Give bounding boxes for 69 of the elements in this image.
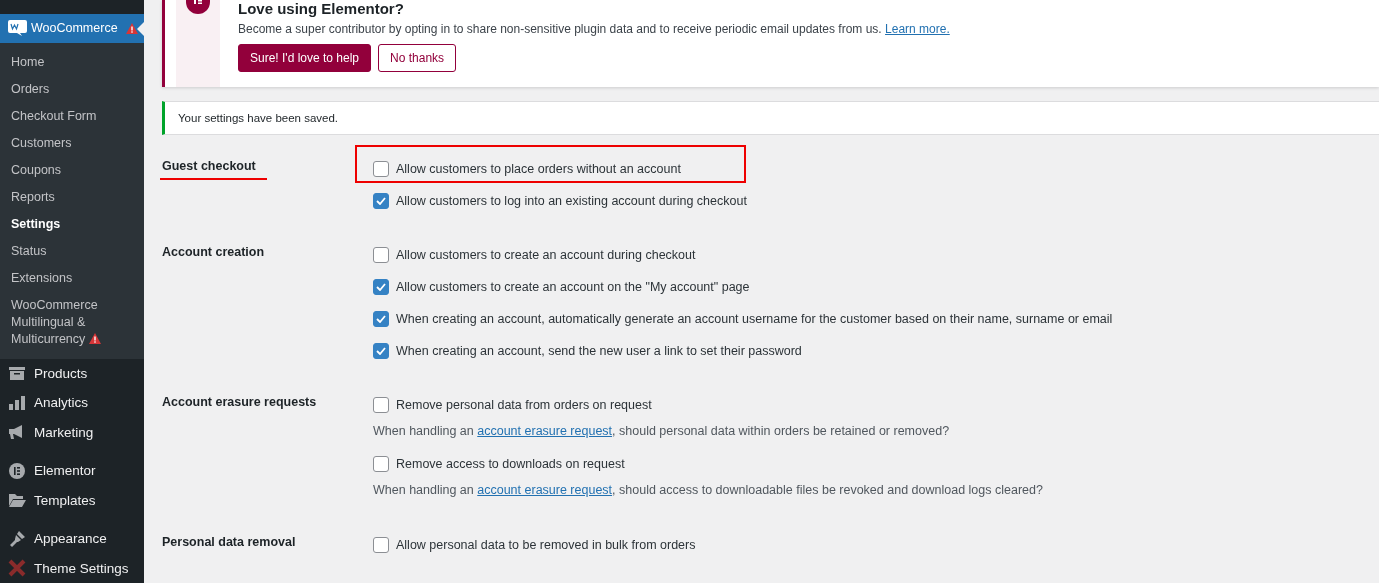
menu-item[interactable]: Theme Settings: [0, 553, 144, 583]
submenu-item[interactable]: Extensions: [0, 264, 144, 292]
menu-label: Theme Settings: [34, 560, 129, 576]
checkbox-label: Allow customers to create an account during checkout: [396, 248, 696, 262]
field-description: When handling an account erasure request, should personal data within orders be retained or removed?: [373, 423, 951, 440]
submenu-item[interactable]: Checkout Form: [0, 102, 144, 130]
menu-label: Analytics: [34, 395, 89, 411]
checkbox[interactable]: [373, 247, 389, 263]
menu-item[interactable]: Elementor: [0, 456, 144, 486]
menu-label: Templates: [34, 492, 96, 508]
checkbox-label: Allow personal data to be removed in bulk from orders: [396, 538, 696, 552]
menu-label: WooCommerce: [31, 21, 118, 36]
warning-icon: [89, 332, 102, 344]
promo-text: Become a super contributor by opting in to share non-sensitive plugin data and to receive periodic email updates from us. Learn more.: [238, 22, 950, 36]
checkbox-label: Allow customers to create an account on the "My account" page: [396, 280, 750, 294]
checkbox[interactable]: [373, 193, 389, 209]
checkmark-icon: [376, 197, 386, 205]
checkmark-icon: [376, 347, 386, 355]
elementor-icon: [186, 0, 210, 14]
menu-label: Elementor: [34, 463, 96, 479]
section-label: Guest checkout: [162, 158, 256, 175]
menu-item[interactable]: Marketing: [0, 417, 144, 448]
success-notice: Your settings have been saved.: [162, 101, 1379, 135]
field-description: When handling an account erasure request, should access to downloadable files be revoked and download logs cleared?: [373, 482, 1043, 499]
checkmark-icon: [376, 315, 386, 323]
menu-item[interactable]: Templates: [0, 485, 144, 516]
submenu-item[interactable]: Orders: [0, 75, 144, 103]
checkbox[interactable]: [373, 456, 389, 472]
submenu-item[interactable]: Customers: [0, 129, 144, 157]
elementor-icon: [8, 461, 26, 480]
brush-icon: [8, 529, 26, 548]
opt-in-button[interactable]: Sure! I'd love to help: [238, 44, 372, 72]
checkbox-label: When creating an account, send the new user a link to set their password: [396, 344, 802, 358]
checkbox[interactable]: [373, 537, 389, 553]
menu-label: Marketing: [34, 424, 94, 440]
menu-item[interactable]: Products: [0, 358, 144, 389]
checkbox[interactable]: [373, 279, 389, 295]
section-label: Account creation: [162, 244, 265, 261]
menu-label: Appearance: [34, 531, 107, 547]
checkbox-label: When creating an account, automatically generate an account username for the customer based on their name, surname or email: [396, 312, 1113, 326]
submenu-item[interactable]: Home: [0, 48, 144, 76]
menu-item[interactable]: Appearance: [0, 524, 144, 554]
sidebar-current-item[interactable]: WooCommerce: [0, 14, 144, 43]
checkbox-label: Allow customers to log into an existing account during checkout: [396, 194, 747, 208]
checkmark-icon: [376, 283, 386, 291]
section-label: Personal data removal: [162, 534, 296, 551]
checkbox[interactable]: [373, 311, 389, 327]
checkbox-label: Remove personal data from orders on request: [396, 398, 652, 412]
menu-label: Products: [34, 365, 88, 381]
submenu-item[interactable]: Coupons: [0, 156, 144, 184]
checkbox[interactable]: [373, 161, 389, 177]
checkbox[interactable]: [373, 397, 389, 413]
submenu-item[interactable]: Status: [0, 237, 144, 265]
bar-chart-icon: [8, 394, 26, 411]
no-thanks-button[interactable]: No thanks: [378, 44, 457, 72]
submenu-item[interactable]: Reports: [0, 183, 144, 211]
archive-icon: [8, 365, 26, 382]
checkbox-label: Allow customers to place orders without an account: [396, 162, 681, 176]
menu-item[interactable]: Analytics: [0, 388, 144, 418]
woo-logo-icon: [8, 20, 27, 37]
cross-icon: [8, 559, 26, 578]
submenu-item[interactable]: WooCommerce Multilingual & Multicurrency: [0, 291, 144, 353]
checkbox[interactable]: [373, 343, 389, 359]
section-label: Account erasure requests: [162, 394, 317, 411]
learn-more-link[interactable]: Learn more.: [885, 22, 950, 36]
promo-title: Love using Elementor?: [238, 0, 405, 18]
checkbox-label: Remove access to downloads on request: [396, 457, 625, 471]
submenu-item[interactable]: Settings: [0, 210, 144, 238]
folder-icon: [8, 492, 26, 509]
